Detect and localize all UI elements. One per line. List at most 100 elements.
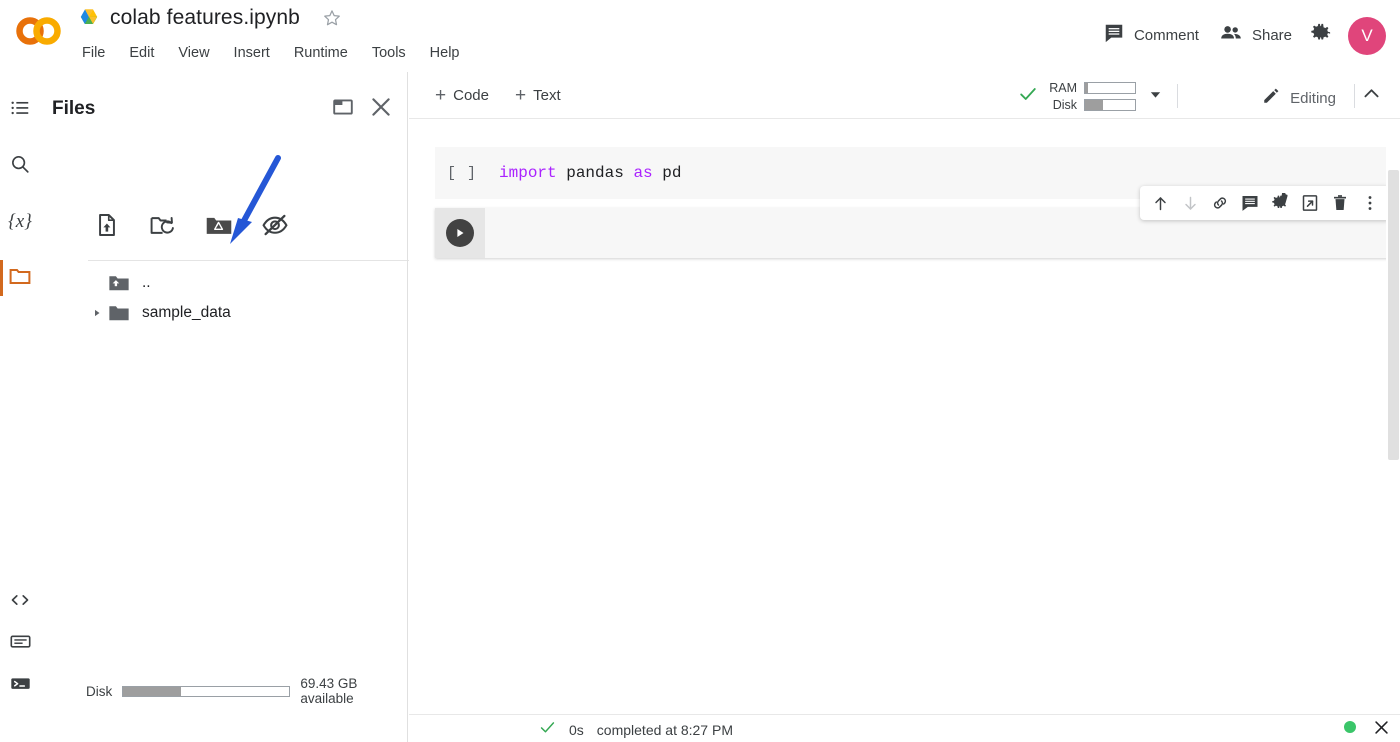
header-actions: Comment Share V — [1093, 14, 1386, 57]
search-icon — [9, 153, 31, 180]
editing-mode-button[interactable]: Editing — [1256, 84, 1342, 112]
session-disk-usage: Disk 69.43 GB available — [86, 676, 408, 706]
ram-row: RAM — [1045, 81, 1136, 95]
disk-bar — [1084, 99, 1136, 111]
files-panel-header-actions — [330, 94, 394, 120]
notebook-area: + Code + Text RAM Disk Editing [] impor… — [409, 72, 1400, 714]
colab-logo-icon — [14, 14, 64, 48]
menu-edit[interactable]: Edit — [127, 44, 156, 62]
notebook-scrollbar-track[interactable] — [1386, 120, 1400, 714]
cell-action-toolbar — [1140, 186, 1390, 220]
editing-label: Editing — [1290, 89, 1336, 107]
toggle-hidden-files-button[interactable] — [260, 212, 290, 242]
add-text-label: Text — [533, 87, 561, 104]
ram-label: RAM — [1049, 81, 1077, 95]
cell-source-code: import pandas as pd — [499, 164, 681, 182]
comment-button[interactable]: Comment — [1093, 16, 1209, 55]
colab-window: colab features.ipynb File Edit View Inse… — [0, 0, 1400, 742]
chevron-up-icon — [1361, 83, 1382, 109]
notebook-scrollbar-thumb[interactable] — [1388, 170, 1399, 460]
folder-label: sample_data — [142, 304, 231, 321]
keyboard-icon — [9, 630, 32, 658]
tree-caret-icon[interactable] — [88, 308, 106, 318]
toolbar-separator-2 — [1354, 84, 1355, 108]
collapse-toolbar-button[interactable] — [1356, 82, 1386, 110]
add-text-cell-button[interactable]: + Text — [509, 83, 567, 108]
disk-usage-label: Disk — [86, 683, 113, 699]
link-to-cell-button[interactable] — [1206, 189, 1234, 217]
open-in-new-pane-icon[interactable] — [330, 94, 356, 120]
green-check-icon — [1018, 84, 1038, 109]
menu-file[interactable]: File — [80, 44, 107, 62]
add-code-label: Code — [453, 87, 489, 104]
add-code-cell-button[interactable]: + Code — [429, 83, 495, 108]
close-status-icon[interactable] — [1372, 718, 1390, 736]
menu-view[interactable]: View — [176, 44, 211, 62]
upload-to-session-storage-button[interactable] — [92, 212, 122, 242]
folder-icon — [106, 303, 132, 323]
files-toolbar-divider — [88, 260, 428, 261]
disk-usage-bar — [122, 685, 291, 697]
code-token-keyword: import — [499, 164, 557, 182]
delete-cell-button[interactable] — [1326, 189, 1354, 217]
plus-icon: + — [515, 85, 527, 106]
user-avatar[interactable]: V — [1348, 16, 1386, 55]
folder-up-icon — [106, 273, 132, 293]
close-panel-icon[interactable] — [368, 94, 394, 120]
rail-code-snippets[interactable] — [6, 588, 34, 616]
notebook-title-row[interactable]: colab features.ipynb — [78, 6, 342, 30]
comment-label: Comment — [1133, 27, 1199, 44]
add-comment-button[interactable] — [1236, 189, 1264, 217]
app-header: colab features.ipynb File Edit View Inse… — [0, 0, 1400, 72]
notebook-title[interactable]: colab features.ipynb — [110, 6, 300, 30]
mirror-cell-button[interactable] — [1296, 189, 1324, 217]
menu-tools[interactable]: Tools — [370, 44, 408, 62]
rail-command-palette[interactable] — [6, 630, 34, 658]
code-token-keyword: as — [633, 164, 653, 182]
star-outline-icon[interactable] — [322, 8, 342, 28]
ram-bar — [1084, 82, 1136, 94]
folder-icon — [8, 264, 32, 293]
move-cell-up-button[interactable] — [1146, 189, 1174, 217]
code-token-name: pandas — [556, 164, 634, 182]
refresh-button[interactable] — [148, 212, 178, 242]
folder-row-sample-data[interactable]: sample_data — [88, 298, 418, 328]
mount-drive-button[interactable] — [204, 212, 234, 242]
menu-runtime[interactable]: Runtime — [292, 44, 350, 62]
terminal-icon — [9, 672, 32, 700]
resource-rows: RAM Disk — [1045, 81, 1136, 112]
rail-find-and-replace[interactable] — [6, 152, 34, 180]
parent-directory-row[interactable]: .. — [88, 268, 418, 298]
mount-drive-icon — [205, 212, 233, 243]
disk-label: Disk — [1052, 98, 1077, 112]
execution-status: 0s completed at 8:27 PM — [539, 719, 733, 741]
rail-files[interactable] — [0, 260, 34, 296]
disk-row: Disk — [1045, 98, 1136, 112]
status-bar-right — [1344, 718, 1390, 736]
pencil-icon — [1262, 86, 1281, 110]
cell-settings-button[interactable] — [1266, 189, 1294, 217]
rail-variables[interactable]: {x} — [6, 208, 34, 236]
disk-usage-bar-fill — [123, 686, 182, 696]
share-button[interactable]: Share — [1209, 15, 1302, 56]
run-cell-button[interactable] — [435, 208, 485, 258]
share-label: Share — [1251, 27, 1292, 44]
move-cell-down-button[interactable] — [1176, 189, 1204, 217]
rail-terminal[interactable] — [6, 672, 34, 700]
gear-icon — [1309, 21, 1333, 50]
status-bar: 0s completed at 8:27 PM — [409, 714, 1400, 742]
more-cell-actions-button[interactable] — [1356, 189, 1384, 217]
plus-icon: + — [435, 85, 447, 106]
caret-down-icon[interactable] — [1149, 88, 1162, 106]
rail-table-of-contents[interactable] — [6, 96, 34, 124]
notebook-toolbar: + Code + Text RAM Disk Editing — [409, 72, 1400, 119]
green-dot-icon — [1344, 721, 1356, 733]
menu-help[interactable]: Help — [428, 44, 462, 62]
settings-button[interactable] — [1302, 14, 1340, 57]
files-toolbar — [92, 212, 290, 242]
list-icon — [9, 97, 31, 124]
menu-insert[interactable]: Insert — [232, 44, 272, 62]
execution-message: completed at 8:27 PM — [596, 722, 733, 738]
resource-monitor[interactable]: RAM Disk — [1018, 81, 1162, 112]
upload-file-icon — [94, 212, 120, 243]
